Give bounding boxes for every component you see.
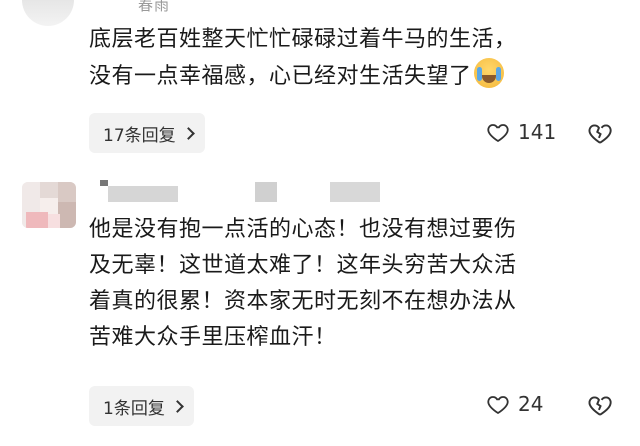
reply-count-label: 1条回复: [103, 398, 165, 419]
broken-heart-icon[interactable]: [587, 392, 613, 418]
username-blur[interactable]: [255, 182, 277, 202]
username-blur[interactable]: [108, 186, 178, 202]
comment-body: 底层老百姓整天忙忙碌碌过着牛马的生活， 没有一点幸福感，心已经对生活失望了: [89, 27, 517, 89]
like-count: 24: [518, 392, 544, 416]
previous-username[interactable]: 春雨: [138, 0, 170, 15]
username-blur[interactable]: [330, 182, 380, 202]
previous-avatar[interactable]: [22, 0, 74, 26]
chevron-right-icon: [181, 126, 195, 140]
comment-text: 他是没有抱一点活的心态！也没有想过要伤 及无辜！这世道太难了！这年头穷苦大众活 …: [89, 212, 609, 356]
heart-icon: [487, 124, 509, 143]
crying-face-icon: [473, 58, 504, 88]
like-count: 141: [518, 120, 557, 144]
view-replies-button[interactable]: 1条回复: [89, 386, 194, 426]
username-blur[interactable]: [100, 180, 108, 186]
comment-text: 底层老百姓整天忙忙碌碌过着牛马的生活， 没有一点幸福感，心已经对生活失望了: [89, 22, 609, 95]
like-button[interactable]: 141: [486, 120, 556, 144]
chevron-right-icon: [170, 399, 184, 413]
user-avatar[interactable]: [22, 182, 76, 228]
reply-count-label: 17条回复: [103, 125, 176, 146]
view-replies-button[interactable]: 17条回复: [89, 113, 205, 153]
like-button[interactable]: 24: [486, 392, 543, 416]
broken-heart-icon[interactable]: [587, 120, 613, 146]
heart-icon: [487, 396, 509, 415]
comment-body: 他是没有抱一点活的心态！也没有想过要伤 及无辜！这世道太难了！这年头穷苦大众活 …: [89, 217, 517, 350]
